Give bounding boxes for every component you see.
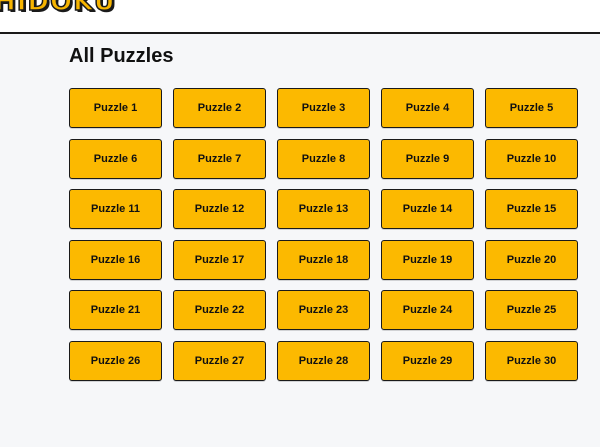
puzzle-button[interactable]: Puzzle 3 <box>277 88 370 128</box>
puzzle-button[interactable]: Puzzle 8 <box>277 138 370 179</box>
page-title: All Puzzles <box>69 45 174 67</box>
puzzle-button[interactable]: Puzzle 20 <box>485 239 578 280</box>
puzzle-button[interactable]: Puzzle 26 <box>69 340 162 381</box>
puzzle-button[interactable]: Puzzle 23 <box>277 290 370 330</box>
puzzle-button[interactable]: Puzzle 6 <box>69 138 162 179</box>
puzzle-button[interactable]: Puzzle 16 <box>69 239 162 280</box>
puzzle-button[interactable]: Puzzle 24 <box>381 290 474 330</box>
puzzle-button[interactable]: Puzzle 13 <box>277 189 370 229</box>
puzzle-button[interactable]: Puzzle 15 <box>485 189 578 229</box>
puzzle-button[interactable]: Puzzle 12 <box>173 189 266 229</box>
puzzle-button[interactable]: Puzzle 22 <box>173 290 266 330</box>
puzzle-button[interactable]: Puzzle 14 <box>381 189 474 229</box>
puzzle-button[interactable]: Puzzle 11 <box>69 189 162 229</box>
puzzle-button[interactable]: Puzzle 10 <box>485 138 578 179</box>
puzzle-button[interactable]: Puzzle 27 <box>173 340 266 381</box>
app-logo[interactable]: HIDOKU <box>0 0 116 16</box>
puzzle-button[interactable]: Puzzle 9 <box>381 138 474 179</box>
puzzle-button[interactable]: Puzzle 4 <box>381 88 474 128</box>
puzzle-button[interactable]: Puzzle 7 <box>173 138 266 179</box>
puzzle-button[interactable]: Puzzle 19 <box>381 239 474 280</box>
puzzle-button[interactable]: Puzzle 21 <box>69 290 162 330</box>
puzzle-grid: Puzzle 1 Puzzle 2 Puzzle 3 Puzzle 4 Puzz… <box>69 88 578 381</box>
puzzle-button[interactable]: Puzzle 5 <box>485 88 578 128</box>
puzzle-button[interactable]: Puzzle 30 <box>485 340 578 381</box>
puzzle-button[interactable]: Puzzle 1 <box>69 88 162 128</box>
puzzle-button[interactable]: Puzzle 18 <box>277 239 370 280</box>
puzzle-button[interactable]: Puzzle 25 <box>485 290 578 330</box>
puzzle-button[interactable]: Puzzle 29 <box>381 340 474 381</box>
puzzle-button[interactable]: Puzzle 2 <box>173 88 266 128</box>
puzzle-button[interactable]: Puzzle 28 <box>277 340 370 381</box>
puzzle-button[interactable]: Puzzle 17 <box>173 239 266 280</box>
top-bar: HIDOKU <box>0 0 600 34</box>
